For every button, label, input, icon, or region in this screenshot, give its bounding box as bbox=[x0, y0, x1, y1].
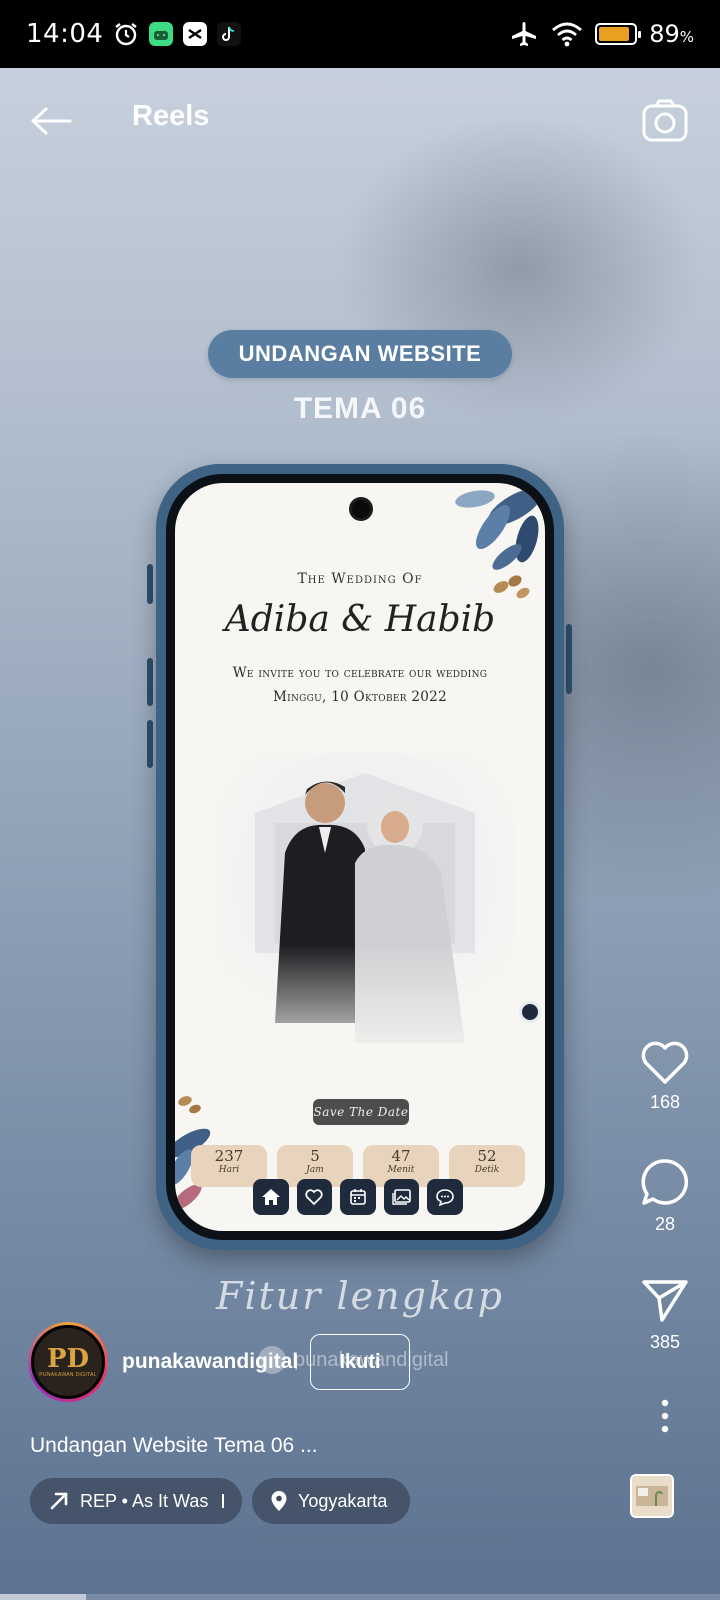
gallery-icon bbox=[383, 1179, 420, 1215]
follow-button[interactable]: Ikuti bbox=[310, 1334, 410, 1390]
status-bar: 14:04 89% bbox=[0, 0, 720, 68]
author-username[interactable]: punakawandigital bbox=[122, 1350, 298, 1374]
couple-photo bbox=[215, 753, 515, 1073]
like-count: 168 bbox=[649, 1092, 681, 1112]
invitation-title: The Wedding Of bbox=[297, 571, 423, 587]
invitation-nav-bar bbox=[253, 1173, 463, 1221]
save-the-date-label: Save The Date bbox=[313, 1099, 409, 1125]
more-vertical-icon bbox=[661, 1399, 669, 1433]
capcut-app-icon bbox=[183, 22, 208, 46]
audio-thumbnail[interactable] bbox=[630, 1474, 674, 1518]
back-button[interactable] bbox=[28, 98, 74, 144]
calendar-icon bbox=[340, 1179, 376, 1215]
reel-video[interactable]: Reels UNDANGAN WEBSITE TEMA 06 The Weddi… bbox=[0, 68, 720, 1600]
airplane-mode-icon bbox=[512, 22, 537, 46]
location-label: Yogyakarta bbox=[298, 1490, 388, 1511]
heart-icon bbox=[641, 1041, 689, 1084]
video-theme-title: TEMA 06 bbox=[293, 392, 427, 425]
heart-icon bbox=[296, 1179, 333, 1215]
android-app-icon bbox=[149, 22, 174, 46]
phone-side-button bbox=[147, 658, 153, 706]
chat-icon bbox=[427, 1179, 463, 1215]
send-icon bbox=[642, 1280, 688, 1322]
comment-icon bbox=[641, 1159, 689, 1205]
more-options-button[interactable] bbox=[620, 1398, 710, 1434]
invitation-text: We invite you to celebrate our wedding bbox=[232, 665, 488, 681]
video-progress-bar[interactable] bbox=[0, 1594, 720, 1600]
phone-side-button bbox=[147, 564, 153, 604]
alarm-icon bbox=[115, 23, 138, 46]
couple-names: Adiba & Habib bbox=[224, 599, 496, 640]
location-pin-icon bbox=[271, 1491, 287, 1511]
camera-icon bbox=[642, 99, 688, 142]
battery-icon bbox=[595, 23, 642, 45]
invitation-screen: The Wedding Of Adiba & Habib We invite y… bbox=[175, 483, 545, 1231]
floral-decoration bbox=[455, 488, 542, 599]
phone-side-button bbox=[147, 720, 153, 768]
audio-divider bbox=[222, 1494, 224, 1508]
share-button[interactable]: 385 bbox=[620, 1276, 710, 1353]
phone-mockup: The Wedding Of Adiba & Habib We invite y… bbox=[156, 464, 564, 1250]
audio-label: REP • As It Was bbox=[80, 1490, 209, 1511]
wifi-icon bbox=[552, 22, 583, 47]
phone-front-camera bbox=[349, 497, 373, 521]
back-arrow-icon bbox=[31, 107, 72, 135]
music-toggle-icon bbox=[519, 1001, 541, 1023]
video-banner: UNDANGAN WEBSITE bbox=[208, 330, 512, 378]
video-progress-fill bbox=[0, 1594, 87, 1600]
page-title: Reels bbox=[132, 100, 210, 132]
phone-side-button bbox=[566, 624, 572, 694]
camera-button[interactable] bbox=[640, 96, 690, 146]
battery-percent: 89% bbox=[649, 20, 694, 48]
reel-caption[interactable]: Undangan Website Tema 06 ... bbox=[30, 1434, 318, 1458]
arrow-up-right-icon bbox=[50, 1492, 68, 1510]
avatar-logo: PD PUNAKAWAN DIGITAL bbox=[31, 1325, 105, 1399]
home-icon bbox=[253, 1179, 289, 1215]
video-overlay-text: Fitur lengkap bbox=[216, 1274, 504, 1318]
comment-button[interactable]: 28 bbox=[620, 1156, 710, 1235]
author-avatar[interactable]: PD PUNAKAWAN DIGITAL bbox=[28, 1322, 108, 1402]
comment-count: 28 bbox=[654, 1214, 676, 1234]
audio-chip[interactable]: REP • As It Was bbox=[30, 1478, 242, 1524]
location-chip[interactable]: Yogyakarta bbox=[252, 1478, 410, 1524]
status-time: 14:04 bbox=[26, 19, 104, 49]
share-count: 385 bbox=[649, 1332, 681, 1352]
wedding-date: Minggu, 10 Oktober 2022 bbox=[273, 689, 447, 705]
like-button[interactable]: 168 bbox=[620, 1038, 710, 1113]
reels-header: Reels bbox=[0, 68, 720, 172]
tiktok-app-icon bbox=[217, 22, 242, 46]
